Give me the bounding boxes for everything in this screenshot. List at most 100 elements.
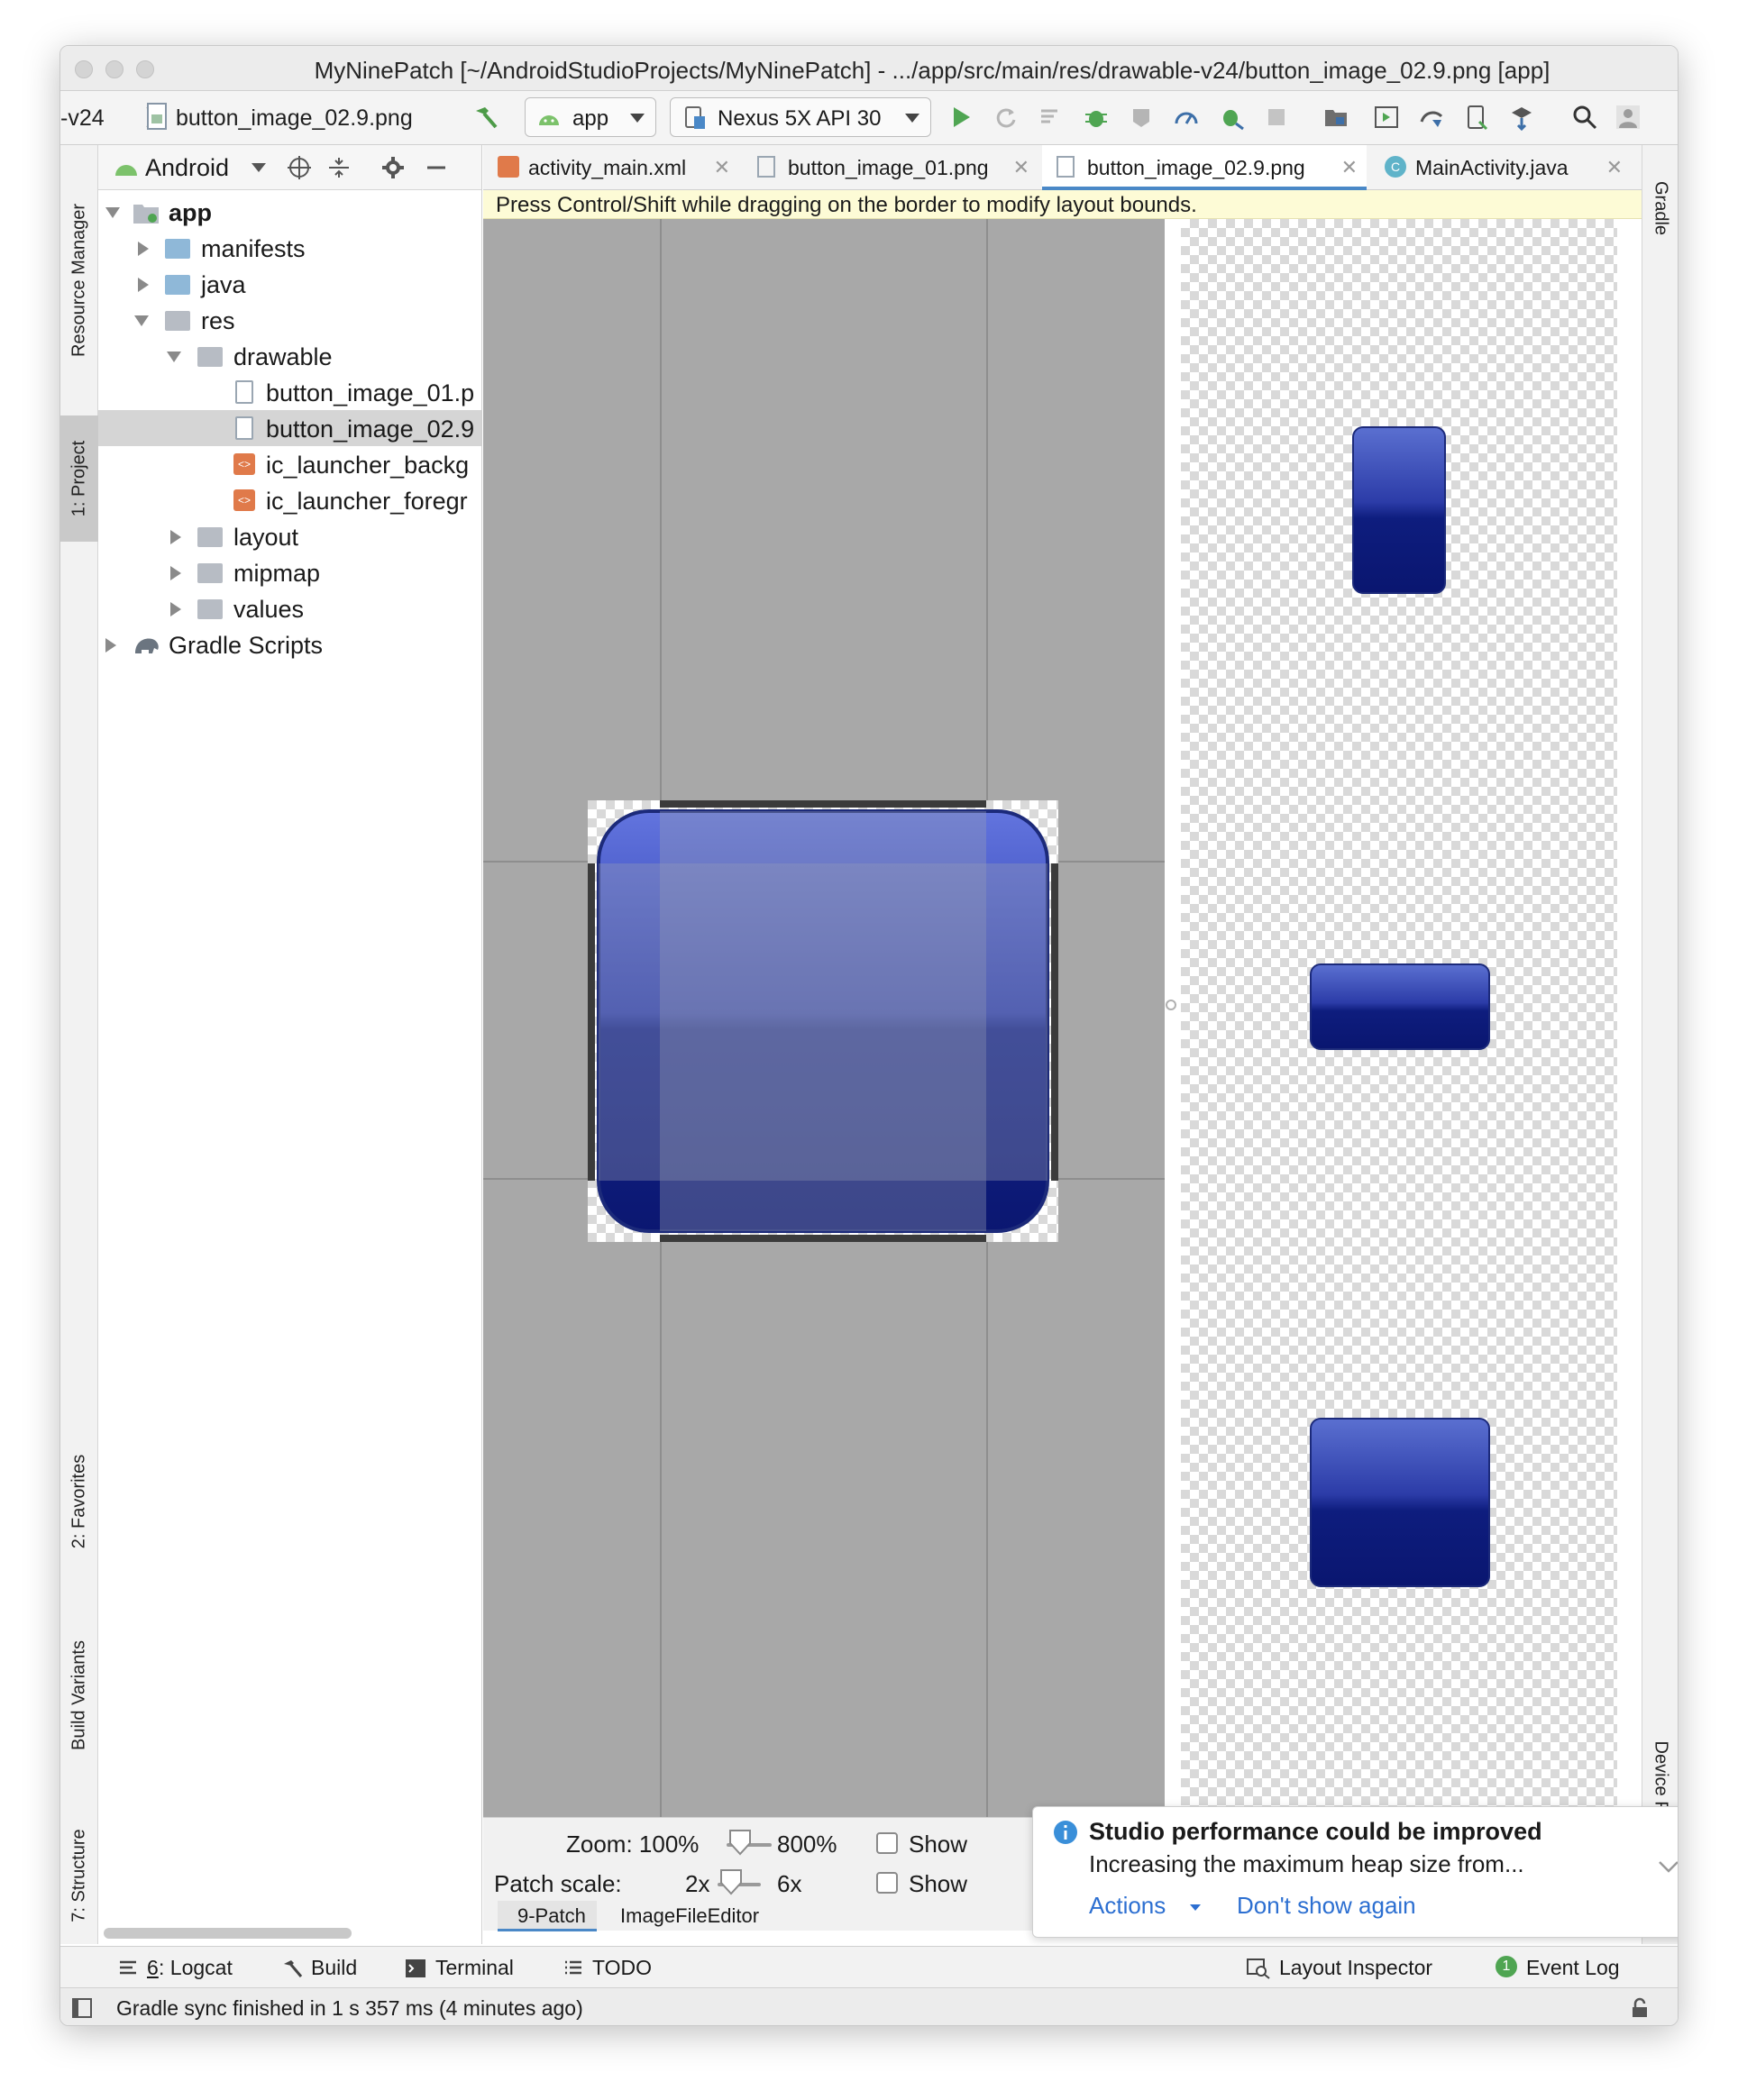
apply-changes-icon[interactable] xyxy=(992,104,1020,131)
chevron-down-icon[interactable] xyxy=(1190,1904,1201,1911)
caret-right-icon[interactable] xyxy=(170,530,181,544)
tree-node-ic-launcher-background[interactable]: <> ic_launcher_backg xyxy=(98,446,481,482)
profiler-gauge-icon[interactable] xyxy=(1173,104,1200,131)
project-structure-icon[interactable] xyxy=(1322,104,1349,131)
tree-node-button-image-01[interactable]: button_image_01.p xyxy=(98,374,481,410)
tab-activity-main-xml[interactable]: activity_main.xml ✕ xyxy=(483,145,739,190)
attach-debugger-icon[interactable] xyxy=(1218,104,1245,131)
avd-manager-icon[interactable] xyxy=(1463,104,1490,131)
build-variants-tab[interactable]: Build Variants xyxy=(60,1605,98,1785)
structure-tab[interactable]: 7: Structure xyxy=(60,1803,98,1948)
lock-icon[interactable] xyxy=(1629,1997,1651,2019)
tree-node-manifests[interactable]: manifests xyxy=(98,230,481,266)
notification-actions-link[interactable]: Actions xyxy=(1089,1892,1166,1920)
tree-label: button_image_02.9 xyxy=(266,415,475,443)
navigation-toolbar: -v24 button_image_02.9.png app Nexus 5X … xyxy=(60,91,1678,145)
xml-file-icon xyxy=(498,156,519,178)
hammer-icon[interactable] xyxy=(472,104,499,131)
show-lock-checkbox[interactable] xyxy=(876,1832,898,1854)
chevron-down-icon[interactable] xyxy=(252,163,266,172)
caret-right-icon[interactable] xyxy=(105,638,116,653)
tree-node-ic-launcher-foreground[interactable]: <> ic_launcher_foregr xyxy=(98,482,481,518)
project-panel: Android app manifests java res drawable … xyxy=(98,145,482,1944)
locate-file-icon[interactable] xyxy=(286,154,313,181)
tab-main-activity-java[interactable]: C MainActivity.java ✕ xyxy=(1370,145,1632,190)
caret-down-icon[interactable] xyxy=(105,207,120,218)
toggle-tool-windows-icon[interactable] xyxy=(71,1997,93,2019)
show-content-checkbox[interactable] xyxy=(876,1872,898,1894)
splitter-handle[interactable] xyxy=(1166,1000,1176,1010)
device-select[interactable]: Nexus 5X API 30 xyxy=(670,97,931,137)
caret-right-icon[interactable] xyxy=(138,242,149,256)
layout-inspector-icon xyxy=(1247,1958,1270,1979)
tree-node-button-image-02[interactable]: button_image_02.9 xyxy=(98,410,481,446)
nine-patch-canvas[interactable] xyxy=(483,219,1165,1817)
right-tool-strip: Gradle Device File Explorer xyxy=(1642,145,1678,1944)
caret-down-icon[interactable] xyxy=(134,315,149,326)
gear-icon[interactable] xyxy=(380,154,407,181)
tree-node-values[interactable]: values xyxy=(98,590,481,626)
tab-button-image-01[interactable]: button_image_01.png ✕ xyxy=(743,145,1038,190)
tab-image-file-editor[interactable]: ImageFileEditor xyxy=(609,1901,772,1931)
tree-node-java[interactable]: java xyxy=(98,266,481,302)
run-icon[interactable] xyxy=(947,104,974,131)
tree-label: layout xyxy=(233,524,299,551)
zoom-window-button[interactable] xyxy=(136,60,154,78)
performance-notification: Studio performance could be improved Inc… xyxy=(1032,1806,1679,1938)
horizontal-scrollbar[interactable] xyxy=(104,1928,352,1939)
build-label: Build xyxy=(311,1956,358,1979)
tree-node-mipmap[interactable]: mipmap xyxy=(98,554,481,590)
search-icon[interactable] xyxy=(1571,104,1598,131)
tab-nine-patch[interactable]: 9-Patch xyxy=(498,1901,597,1931)
android-icon xyxy=(539,115,559,125)
run-config-select[interactable]: app xyxy=(525,97,656,137)
close-icon[interactable]: ✕ xyxy=(714,156,730,179)
preview-horizontal-stretch xyxy=(1310,963,1490,1050)
dont-show-again-link[interactable]: Don't show again xyxy=(1237,1892,1416,1920)
tree-node-app[interactable]: app xyxy=(98,194,481,230)
debug-icon[interactable] xyxy=(1083,104,1110,131)
tree-node-layout[interactable]: layout xyxy=(98,518,481,554)
todo-list-icon xyxy=(565,1960,581,1975)
profile-icon[interactable] xyxy=(1128,104,1155,131)
caret-right-icon[interactable] xyxy=(138,278,149,292)
folder-icon xyxy=(197,347,223,367)
gradle-tab[interactable]: Gradle xyxy=(1642,154,1678,262)
apply-code-changes-icon[interactable] xyxy=(1038,104,1065,131)
caret-down-icon[interactable] xyxy=(167,352,181,362)
project-view-selector[interactable]: Android xyxy=(145,154,229,182)
collapse-all-icon[interactable] xyxy=(325,154,352,181)
zoom-slider-thumb[interactable] xyxy=(728,1829,752,1856)
resource-manager-tab[interactable]: Resource Manager xyxy=(60,163,98,397)
favorites-tab[interactable]: 2: Favorites xyxy=(60,1416,98,1587)
emulator-icon[interactable] xyxy=(1373,104,1400,131)
sdk-manager-icon[interactable] xyxy=(1508,104,1535,131)
tab-button-image-02[interactable]: button_image_02.9.png ✕ xyxy=(1042,145,1367,190)
tree-node-res[interactable]: res xyxy=(98,302,481,338)
sync-gradle-icon[interactable] xyxy=(1418,104,1445,131)
nine-patch-preview xyxy=(1181,219,1617,1817)
expand-chevron-icon[interactable] xyxy=(1657,1859,1679,1874)
project-tab[interactable]: 1: Project xyxy=(60,415,98,542)
patch-scale-thumb[interactable] xyxy=(719,1868,743,1895)
stop-icon[interactable] xyxy=(1263,104,1290,131)
hammer-icon xyxy=(284,1960,303,1977)
breadcrumb-file[interactable]: button_image_02.9.png xyxy=(176,105,413,132)
hide-panel-icon[interactable] xyxy=(423,154,450,181)
caret-right-icon[interactable] xyxy=(170,566,181,580)
breadcrumb-folder[interactable]: -v24 xyxy=(60,105,105,132)
device-icon xyxy=(685,106,705,129)
tab-nine-patch-label: 9-Patch xyxy=(517,1904,586,1927)
tree-node-drawable[interactable]: drawable xyxy=(98,338,481,374)
account-icon[interactable] xyxy=(1615,104,1642,131)
caret-right-icon[interactable] xyxy=(170,602,181,616)
project-tab-label: 1: Project xyxy=(69,440,89,517)
nine-patch-image[interactable] xyxy=(588,800,1058,1242)
tree-node-gradle-scripts[interactable]: Gradle Scripts xyxy=(98,626,481,662)
patch-scale-min: 2x xyxy=(685,1870,710,1897)
minimize-window-button[interactable] xyxy=(105,60,123,78)
close-icon[interactable]: ✕ xyxy=(1341,156,1358,179)
close-icon[interactable]: ✕ xyxy=(1606,156,1623,179)
close-icon[interactable]: ✕ xyxy=(1013,156,1029,179)
close-window-button[interactable] xyxy=(75,60,93,78)
